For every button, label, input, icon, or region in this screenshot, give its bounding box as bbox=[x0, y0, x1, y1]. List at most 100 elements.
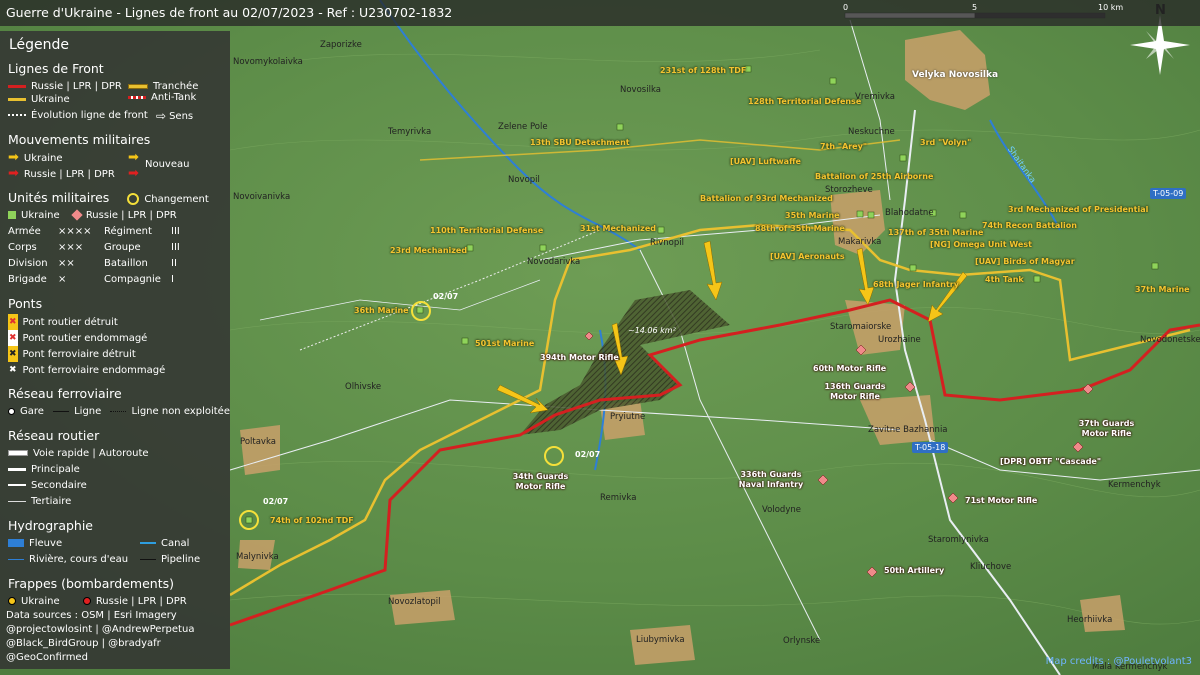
ru-unit-label: [DPR] OBTF "Cascade" bbox=[1000, 457, 1102, 466]
town-label: Novozlatopil bbox=[388, 597, 441, 607]
town-label: Novosilka bbox=[620, 85, 661, 95]
town-label: Neskuchne bbox=[848, 127, 895, 137]
town-label: Novoivanivka bbox=[233, 192, 291, 202]
legend-row: ✖ Pont routier détruit bbox=[8, 314, 222, 330]
legend-title: Légende bbox=[9, 37, 70, 53]
legend-label: Pipeline bbox=[161, 554, 201, 565]
town-label: Makarivka bbox=[838, 237, 882, 247]
legend-row: Ukraine Russie | LPR | DPR bbox=[8, 208, 222, 224]
legend-row: ➡ Russie | LPR | DPR ➡ Nouveau bbox=[8, 159, 222, 182]
ua-unit-label: 74th Recon Battalion bbox=[982, 221, 1077, 230]
change-circle-icon bbox=[127, 193, 140, 205]
legend-label: Division bbox=[8, 258, 48, 269]
ua-unit-label: [UAV] Aeronauts bbox=[770, 252, 845, 261]
town-label-major: Velyka Novosilka bbox=[912, 70, 999, 80]
town-label: Kermenchyk bbox=[1108, 480, 1161, 490]
legend-label: Brigade bbox=[8, 274, 47, 285]
town-label: Kliuchove bbox=[970, 562, 1012, 572]
legend-row: Ukraine Russie | LPR | DPR bbox=[8, 594, 222, 610]
source-line: @projectowlosint | @AndrewPerpetua bbox=[6, 624, 195, 635]
road-badge: T-05-09 bbox=[1150, 188, 1187, 199]
town-label: Pryiutne bbox=[610, 412, 646, 422]
legend-label: Voie rapide | Autoroute bbox=[33, 448, 149, 459]
town-label: Remivka bbox=[600, 493, 637, 503]
ru-strike-icon bbox=[82, 597, 91, 605]
legend-row: ✖ Pont ferroviaire endommagé bbox=[8, 362, 222, 378]
secondary-road-swatch bbox=[8, 484, 26, 486]
town-label: Zelene Pole bbox=[498, 122, 548, 132]
town-label: Orlynske bbox=[783, 636, 821, 646]
town-label: Blahodatne bbox=[885, 208, 934, 218]
legend-item: Canal bbox=[140, 536, 189, 552]
legend-label: Ukraine bbox=[23, 153, 63, 164]
canal-swatch bbox=[140, 542, 156, 544]
legend-label: Gare bbox=[20, 406, 44, 417]
source-line: Data sources : OSM | Esri Imagery bbox=[6, 610, 177, 621]
town-label: Staromaiorske bbox=[830, 322, 892, 332]
legend-label: Corps bbox=[8, 242, 37, 253]
ru-unit-label: 136th Guards Motor Rifle bbox=[824, 382, 886, 401]
legend-unit-row: Corps ××× Groupe III bbox=[8, 240, 222, 256]
ru-unit-label: 71st Motor Rifle bbox=[965, 496, 1038, 505]
legend-label: Rivière, cours d'eau bbox=[29, 554, 129, 565]
ru-unit-label: 394th Motor Rifle bbox=[540, 353, 619, 362]
road-bridge-destroyed-icon: ✖ bbox=[8, 314, 18, 330]
legend-label: Russie | LPR | DPR bbox=[23, 169, 115, 180]
ukraine-line-swatch bbox=[8, 97, 26, 101]
scale-label-0: 0 bbox=[843, 3, 849, 12]
town-label: Novomykolaivka bbox=[233, 57, 303, 67]
trench-swatch bbox=[128, 83, 148, 89]
legend-label: Évolution ligne de front bbox=[31, 110, 148, 121]
legend-rail-heading: Réseau ferroviaire bbox=[8, 386, 122, 401]
legend-label: Anti-Tank bbox=[151, 92, 197, 103]
legend-row: Fleuve Canal bbox=[8, 536, 222, 552]
legend-front-heading: Lignes de Front bbox=[8, 61, 104, 76]
ua-unit-label: 137th of 35th Marine bbox=[888, 228, 984, 237]
legend-row: Tertiaire bbox=[8, 494, 222, 510]
legend-symbol: ××× bbox=[58, 242, 84, 253]
town-label: Heorhiivka bbox=[1067, 615, 1113, 625]
ua-unit-label: 31st Mechanized bbox=[580, 224, 656, 233]
ua-unit-label: 4th Tank bbox=[985, 275, 1024, 284]
legend-symbol: III bbox=[171, 226, 180, 237]
legend-label: Changement bbox=[144, 194, 209, 205]
legend-label: Groupe bbox=[104, 242, 141, 253]
legend-row: Secondaire bbox=[8, 478, 222, 494]
ua-unit-label: 231st of 128th TDF bbox=[660, 66, 747, 75]
tertiary-road-swatch bbox=[8, 500, 26, 502]
town-label: Novodarivka bbox=[527, 257, 581, 267]
town-label: Urozhaine bbox=[878, 335, 921, 345]
ua-unit-label: Battalion of 93rd Mechanized bbox=[700, 194, 833, 203]
map-credits: Map credits : @Pouletvolant3 bbox=[1045, 656, 1192, 667]
legend-row: ✖ Pont ferroviaire détruit bbox=[8, 346, 222, 362]
russia-line-swatch bbox=[8, 84, 26, 88]
ua-unit-label: 501st Marine bbox=[475, 339, 535, 348]
legend-row: Évolution ligne de front ⇨ Sens bbox=[8, 108, 222, 124]
road-badge: T-05-18 bbox=[912, 442, 949, 453]
legend-label: Ligne bbox=[74, 406, 102, 417]
legend-roads-heading: Réseau routier bbox=[8, 428, 100, 443]
ua-unit-label: 23rd Mechanized bbox=[390, 246, 468, 255]
legend-item: Anti-Tank bbox=[128, 90, 196, 106]
legend-strikes-heading: Frappes (bombardements) bbox=[8, 576, 174, 591]
legend-hydro-heading: Hydrographie bbox=[8, 518, 93, 533]
legend-row: Ukraine Anti-Tank bbox=[8, 92, 222, 108]
ua-unit-label: 7th "Arey" bbox=[820, 142, 867, 151]
legend-label: Pont routier détruit bbox=[22, 317, 118, 328]
town-label: Staromlynivka bbox=[928, 535, 989, 545]
ua-unit-label: Battalion of 25th Airborne bbox=[815, 172, 934, 181]
legend-symbol: × bbox=[58, 274, 67, 285]
pipeline-swatch bbox=[140, 558, 156, 560]
road-bridge-damaged-icon: ✖ bbox=[8, 330, 18, 346]
town-label: Zaporizke bbox=[320, 40, 362, 50]
legend-label: Pont ferroviaire endommagé bbox=[22, 365, 166, 376]
legend-label: Russie | LPR | DPR bbox=[85, 210, 177, 221]
legend-row: Voie rapide | Autoroute bbox=[8, 446, 222, 462]
change-date: 02/07 bbox=[433, 292, 459, 301]
ru-unit-label: 60th Motor Rifle bbox=[813, 364, 887, 373]
legend-row: Principale bbox=[8, 462, 222, 478]
town-label: Volodyne bbox=[762, 505, 801, 515]
ua-unit-label: 88th of 35th Marine bbox=[755, 224, 845, 233]
map-title-bar: Guerre d'Ukraine - Lignes de front au 02… bbox=[0, 0, 1200, 26]
legend-symbol: I bbox=[171, 274, 174, 285]
